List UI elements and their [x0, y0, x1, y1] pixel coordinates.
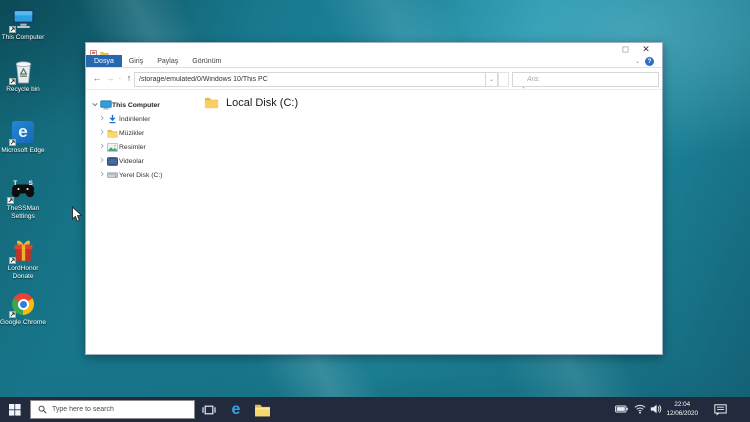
desktop-icon-microsoft-edge[interactable]: e Microsoft Edge	[0, 119, 46, 155]
desktop-icon-google-chrome[interactable]: Google Chrome	[0, 291, 46, 327]
desktop-wallpaper: This Computer Recycle bin e Microsoft Ed…	[0, 0, 750, 422]
tab-giris[interactable]: Giriş	[122, 55, 150, 67]
maximize-button[interactable]	[618, 43, 632, 55]
music-folder-icon	[106, 129, 119, 138]
taskbar-search-input[interactable]	[52, 406, 172, 413]
expand-ribbon-chevron-icon[interactable]: ⌄	[635, 58, 640, 65]
videos-icon	[106, 157, 119, 166]
action-center-icon[interactable]	[714, 404, 727, 416]
computer-icon	[99, 100, 112, 110]
mouse-cursor	[71, 206, 83, 228]
desktop-icon-lordhonor-donate[interactable]: LordHonor Donate	[0, 237, 46, 280]
file-item-local-disk[interactable]: Local Disk (C:)	[204, 96, 298, 109]
back-button[interactable]: ←	[91, 71, 103, 85]
desktop-icon-recycle-bin[interactable]: Recycle bin	[0, 58, 46, 94]
this-computer-icon	[10, 6, 36, 32]
taskbar-search-box[interactable]	[30, 400, 195, 419]
desktop-icon-this-computer[interactable]: This Computer	[0, 6, 46, 42]
shortcut-arrow-icon	[9, 78, 16, 85]
tree-item-pictures[interactable]: Resimler	[98, 141, 146, 153]
clock-time: 22:04	[666, 401, 698, 410]
taskbar-file-explorer-icon[interactable]	[252, 402, 272, 417]
tree-item-local-disk[interactable]: Yerel Disk (C:)	[98, 169, 163, 181]
taskbar-clock[interactable]: 22:04 12/06/2020	[666, 401, 698, 418]
tree-item-videos[interactable]: Videolar	[98, 155, 144, 167]
navigation-bar: ← → ⌄ ↑ ⌄	[86, 68, 662, 90]
desktop-icon-label: LordHonor Donate	[0, 265, 46, 280]
refresh-button[interactable]	[498, 72, 509, 87]
tree-item-this-computer[interactable]: This Computer	[91, 99, 160, 111]
recycle-bin-icon	[10, 58, 36, 84]
chevron-collapsed-icon[interactable]	[98, 171, 106, 179]
shortcut-arrow-icon	[9, 257, 16, 264]
desktop-icon-label: Microsoft Edge	[0, 147, 46, 155]
search-magnifier-icon	[38, 405, 47, 414]
chevron-collapsed-icon[interactable]	[98, 143, 106, 151]
svg-text:S: S	[29, 180, 34, 187]
chevron-collapsed-icon[interactable]	[98, 115, 106, 123]
gift-icon	[10, 237, 36, 263]
chevron-expanded-icon[interactable]	[91, 102, 99, 109]
chrome-icon	[10, 291, 36, 317]
file-explorer-window: ⌄ ✕ Dosya Giriş Paylaş Görünüm ⌄ ? ← → ⌄…	[85, 42, 663, 355]
download-icon	[106, 114, 119, 124]
start-button[interactable]	[8, 403, 22, 416]
tree-label: This Computer	[112, 102, 160, 109]
help-button[interactable]: ?	[645, 57, 654, 66]
file-item-label: Local Disk (C:)	[226, 97, 298, 109]
tab-paylas[interactable]: Paylaş	[150, 55, 185, 67]
tree-label: Resimler	[119, 144, 146, 151]
chevron-collapsed-icon[interactable]	[98, 157, 106, 165]
disk-drive-icon	[106, 171, 119, 179]
taskbar: e 22:04 12/06/2020	[0, 397, 750, 422]
title-bar: ⌄ ✕	[86, 43, 662, 55]
speaker-icon[interactable]	[650, 404, 662, 414]
explorer-search-input[interactable]	[512, 72, 659, 87]
forward-button[interactable]: →	[104, 71, 116, 85]
tree-item-music[interactable]: Müzikler	[98, 127, 144, 139]
clock-date: 12/06/2020	[666, 410, 698, 419]
desktop-icon-label: TheSSMan Settings	[0, 205, 46, 220]
edge-icon: e	[10, 119, 36, 145]
tree-label: Videolar	[119, 158, 144, 165]
tree-label: İndirilenler	[119, 116, 150, 123]
tree-label: Yerel Disk (C:)	[119, 172, 163, 179]
tab-dosya[interactable]: Dosya	[86, 55, 122, 67]
ribbon-tab-bar: Dosya Giriş Paylaş Görünüm ⌄ ?	[86, 55, 662, 68]
address-bar-input[interactable]	[134, 72, 486, 87]
desktop-icon-label: Google Chrome	[0, 319, 46, 327]
desktop-icon-thessman-settings[interactable]: TS TheSSMan Settings	[0, 177, 46, 220]
shortcut-arrow-icon	[9, 311, 16, 318]
shortcut-arrow-icon	[9, 139, 16, 146]
wifi-icon[interactable]	[634, 404, 646, 414]
shortcut-arrow-icon	[9, 26, 16, 33]
folder-icon	[204, 96, 219, 109]
close-button[interactable]: ✕	[638, 43, 654, 55]
tab-gorunum[interactable]: Görünüm	[185, 55, 228, 67]
tree-label: Müzikler	[119, 130, 144, 137]
gamepad-icon: TS	[8, 177, 38, 203]
taskbar-edge-icon[interactable]: e	[226, 400, 246, 419]
battery-icon[interactable]	[615, 405, 628, 413]
task-view-button[interactable]	[201, 402, 217, 417]
desktop-icon-label: This Computer	[0, 34, 46, 42]
svg-text:T: T	[13, 180, 17, 187]
shortcut-arrow-icon	[7, 197, 14, 204]
chevron-collapsed-icon[interactable]	[98, 129, 106, 137]
pictures-icon	[106, 143, 119, 152]
tree-item-downloads[interactable]: İndirilenler	[98, 113, 150, 125]
address-dropdown-chevron-icon[interactable]: ⌄	[486, 72, 498, 87]
desktop-icon-label: Recycle bin	[0, 86, 46, 94]
